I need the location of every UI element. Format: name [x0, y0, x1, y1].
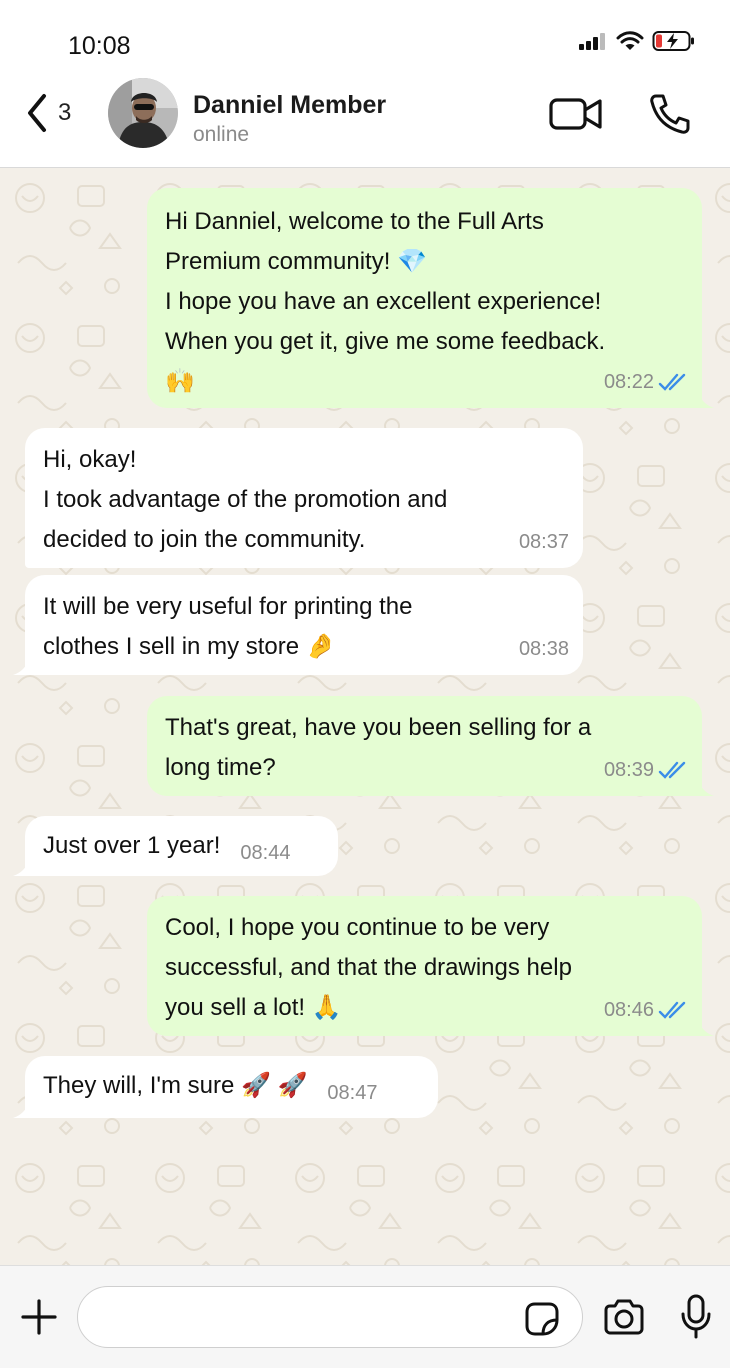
voice-call-button[interactable] — [648, 92, 692, 141]
chevron-left-icon — [28, 94, 46, 132]
contact-name[interactable]: Danniel Member — [193, 91, 386, 120]
message-meta: 08:46 — [604, 990, 688, 1030]
message-text: Just over 1 year! — [43, 832, 221, 859]
bubble-tail — [13, 659, 29, 675]
message-text: Hi, okay! I took advantage of the promot… — [43, 446, 448, 553]
message-row: They will, I'm sure 🚀 🚀 08:47 — [43, 1066, 420, 1107]
message-bubble-incoming[interactable]: Hi, okay! I took advantage of the promot… — [25, 428, 583, 568]
contact-status: online — [193, 123, 250, 146]
video-camera-icon — [549, 98, 602, 130]
battery-charging-icon — [652, 31, 694, 51]
message-time: 08:47 — [327, 1082, 378, 1104]
camera-button[interactable] — [602, 1298, 646, 1341]
bubble-tail — [13, 860, 29, 876]
phone-icon — [650, 94, 690, 134]
status-icons — [578, 30, 696, 52]
double-check-read-icon — [658, 373, 686, 391]
plus-icon — [21, 1299, 57, 1335]
message-time: 08:37 — [518, 531, 569, 553]
double-check-read-icon — [658, 761, 686, 779]
sticker-button[interactable] — [523, 1300, 561, 1343]
message-time: 08:46 — [603, 999, 654, 1021]
message-input[interactable] — [77, 1286, 583, 1348]
message-bubble-outgoing[interactable]: Cool, I hope you continue to be very suc… — [147, 896, 714, 1036]
bubble-tail — [698, 392, 714, 408]
double-check-read-icon — [658, 1001, 686, 1019]
message-meta: 08:39 — [604, 750, 688, 790]
message-bubble-outgoing[interactable]: Hi Danniel, welcome to the Full Arts Pre… — [147, 188, 714, 408]
status-time: 10:08 — [68, 32, 131, 60]
video-call-button[interactable] — [548, 94, 604, 139]
message-bubble-incoming[interactable]: They will, I'm sure 🚀 🚀 08:47 — [13, 1056, 438, 1118]
microphone-icon — [681, 1294, 711, 1339]
unread-count: 3 — [58, 99, 72, 126]
wifi-icon — [616, 31, 644, 50]
message-text: It will be very useful for printing the … — [43, 593, 413, 660]
message-meta: 08:37 — [519, 522, 569, 562]
message-time: 08:22 — [603, 371, 654, 393]
microphone-button[interactable] — [680, 1294, 712, 1345]
chat-header: 3 Danniel Member online — [0, 78, 730, 168]
status-bar: 10:08 — [0, 0, 730, 78]
chat-area[interactable]: Hi Danniel, welcome to the Full Arts Pre… — [0, 168, 730, 1265]
message-meta: 08:22 — [604, 362, 688, 402]
bubble-tail — [698, 780, 714, 796]
back-button[interactable]: 3 — [26, 92, 71, 134]
attach-button[interactable] — [20, 1298, 58, 1341]
camera-icon — [604, 1299, 644, 1335]
input-bar — [0, 1265, 730, 1368]
message-text: They will, I'm sure 🚀 🚀 — [43, 1072, 308, 1099]
bubble-tail — [13, 1102, 29, 1118]
bubble-tail — [698, 1020, 714, 1036]
avatar-photo — [108, 78, 178, 148]
avatar[interactable] — [108, 78, 178, 148]
message-time: 08:44 — [240, 842, 291, 864]
message-bubble-incoming[interactable]: Just over 1 year! 08:44 — [13, 816, 338, 876]
sticker-icon — [525, 1302, 559, 1336]
message-bubble-outgoing[interactable]: That's great, have you been selling for … — [147, 696, 714, 796]
message-meta: 08:38 — [519, 629, 569, 669]
message-row: Just over 1 year! 08:44 — [43, 826, 320, 867]
message-bubble-incoming[interactable]: It will be very useful for printing the … — [13, 575, 583, 675]
message-time: 08:38 — [518, 638, 569, 660]
message-time: 08:39 — [603, 759, 654, 781]
cellular-signal-icon — [579, 33, 605, 50]
